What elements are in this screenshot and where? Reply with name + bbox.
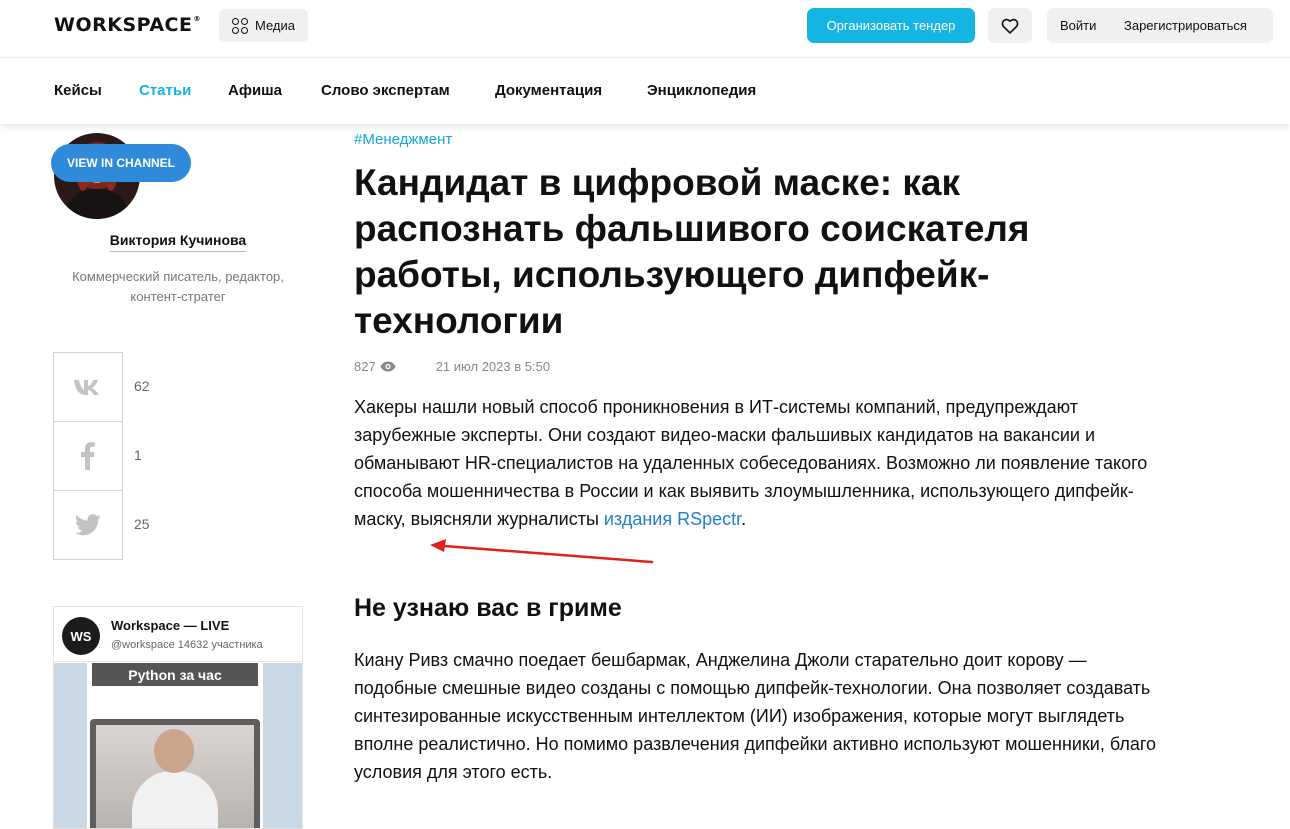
media-button[interactable]: Медиа xyxy=(219,9,308,42)
article-tag[interactable]: #Менеджмент xyxy=(354,131,452,148)
article-body-paragraph: Киану Ривз смачно поедает бешбармак, Анд… xyxy=(354,650,1157,782)
facebook-icon xyxy=(81,442,95,470)
widget-post-title: Python за час xyxy=(92,663,258,686)
article-title: Кандидат в цифровой маске: как распознат… xyxy=(354,162,1030,341)
widget-header: WS Workspace — LIVE @workspace 14632 уча… xyxy=(54,607,302,662)
nav-item-cases[interactable]: Кейсы xyxy=(54,82,102,99)
organize-tender-button[interactable]: Организовать тендер xyxy=(807,8,975,43)
eye-icon xyxy=(380,361,396,372)
auth-group: Войти Зарегистрироваться xyxy=(1047,8,1273,43)
widget-title[interactable]: Workspace — LIVE xyxy=(111,618,229,633)
article-subheading: Не узнаю вас в гриме xyxy=(354,594,622,622)
register-button[interactable]: Зарегистрироваться xyxy=(1124,18,1247,33)
heart-icon xyxy=(1001,18,1019,34)
widget-preview: Python за час xyxy=(54,663,302,828)
logo-registered-mark: ® xyxy=(193,15,201,23)
widget-video-thumbnail xyxy=(90,719,260,828)
share-vk-button[interactable] xyxy=(53,352,123,422)
author-description: Коммерческий писатель, редактор, контент… xyxy=(72,269,284,304)
vk-icon xyxy=(74,380,99,395)
article-meta: 827 21 июл 2023 в 5:50 xyxy=(354,359,550,374)
share-facebook-count: 1 xyxy=(134,447,142,463)
views-count: 827 xyxy=(354,359,376,374)
share-facebook-button[interactable] xyxy=(53,421,123,491)
logo-text: WORKSPACE xyxy=(54,14,193,36)
share-twitter-count: 25 xyxy=(134,516,150,532)
widget-channel-logo: WS xyxy=(62,617,100,655)
nav-item-encyclopedia[interactable]: Энциклопедия xyxy=(647,82,756,99)
favorites-button[interactable] xyxy=(988,8,1032,43)
widget-subtitle: @workspace 14632 участника xyxy=(111,639,263,651)
workspace-logo[interactable]: WORKSPACE ® xyxy=(54,14,201,36)
grid-icon xyxy=(232,17,248,34)
nav-item-experts[interactable]: Слово экспертам xyxy=(321,82,450,99)
view-in-channel-button[interactable]: VIEW IN CHANNEL xyxy=(51,144,191,182)
article-intro: Хакеры нашли новый способ проникновения … xyxy=(354,397,1148,529)
views-counter: 827 xyxy=(354,359,396,374)
main-nav: Кейсы Статьи Афиша Слово экспертам Докум… xyxy=(0,58,1290,124)
nav-item-articles[interactable]: Статьи xyxy=(139,82,191,99)
rspectr-link[interactable]: издания RSpectr xyxy=(604,509,741,529)
red-arrow-annotation xyxy=(430,539,654,564)
top-bar: WORKSPACE ® Медиа Организовать тендер Вой… xyxy=(0,0,1290,58)
author-name[interactable]: Виктория Кучинова xyxy=(60,232,296,252)
media-label: Медиа xyxy=(255,18,295,33)
share-vk-count: 62 xyxy=(134,378,150,394)
publish-date: 21 июл 2023 в 5:50 xyxy=(435,359,551,374)
widget-post-card: Python за час xyxy=(87,663,263,828)
telegram-widget[interactable]: WS Workspace — LIVE @workspace 14632 уча… xyxy=(53,606,303,829)
share-twitter-button[interactable] xyxy=(53,490,123,560)
nav-item-afisha[interactable]: Афиша xyxy=(228,82,282,99)
nav-item-documentation[interactable]: Документация xyxy=(495,82,602,99)
twitter-icon xyxy=(74,514,101,536)
login-button[interactable]: Войти xyxy=(1047,18,1124,33)
